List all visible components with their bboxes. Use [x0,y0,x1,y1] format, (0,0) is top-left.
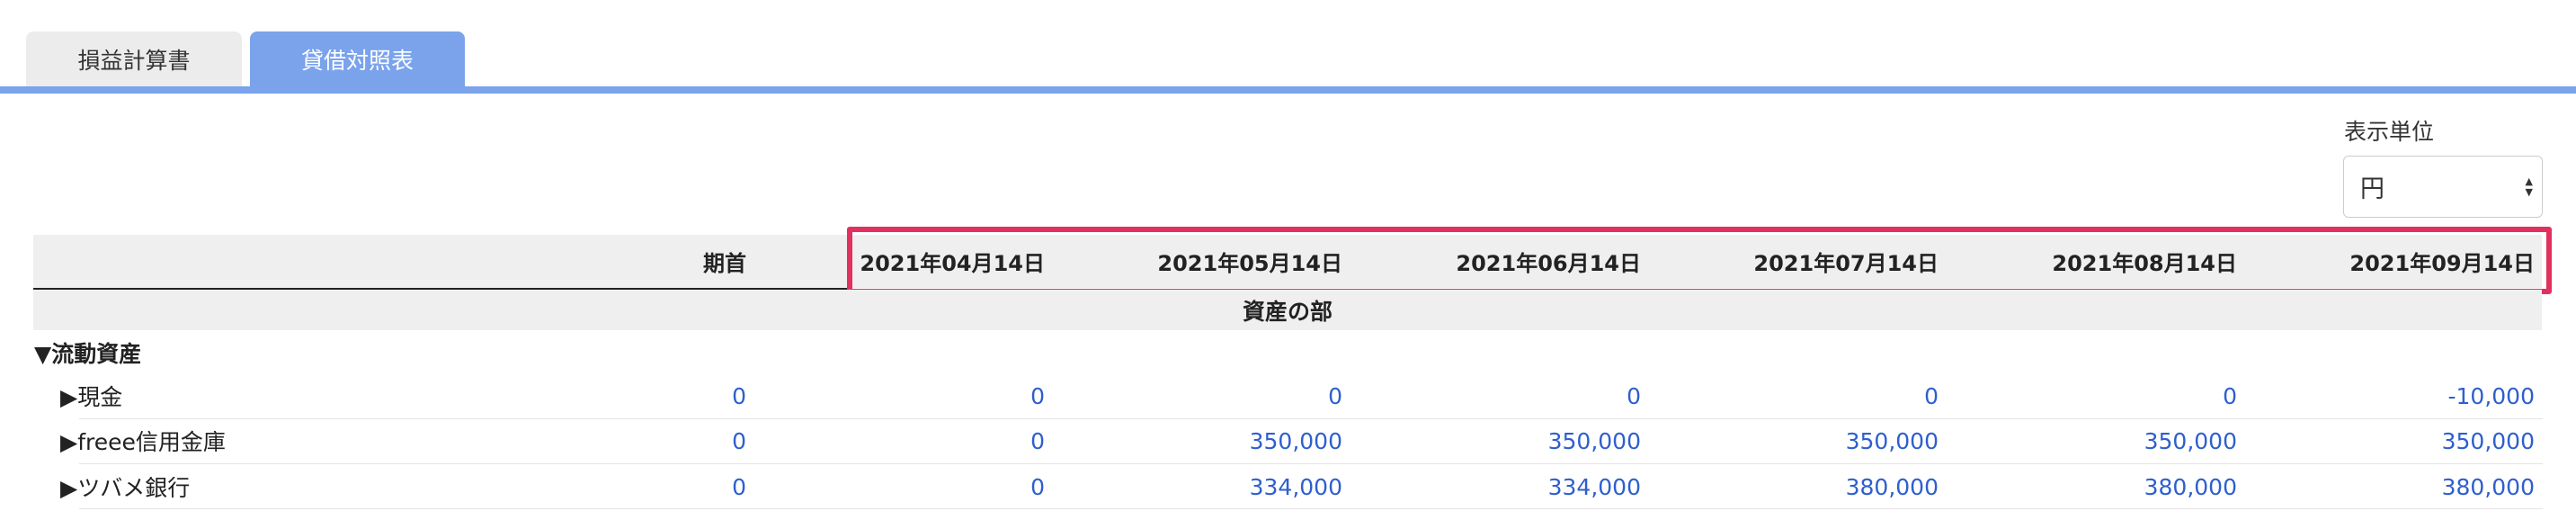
amount-cell[interactable]: 0 [477,418,746,463]
amount-cell[interactable]: 0 [1967,373,2237,418]
column-header-date: 2021年04月14日 [860,251,1045,276]
column-header-date: 2021年08月14日 [2052,251,2237,276]
amount-cell[interactable]: 0 [477,373,746,418]
display-unit-select[interactable]: 円 ▲ ▼ [2343,156,2543,218]
column-header-date: 2021年07月14日 [1753,251,1939,276]
amount-cell[interactable]: -10,000 [2265,373,2536,418]
section-header-assets: 資産の部 [33,290,2542,330]
tab-underline [0,86,2576,94]
amount-cell[interactable]: 350,000 [1967,418,2237,463]
amount-cell[interactable]: 350,000 [1669,418,1939,463]
amount-cell[interactable]: 0 [1073,373,1342,418]
table-row: ▶現金 0 0 0 0 0 0 -10,000 [0,373,2576,418]
group-current-assets[interactable]: ▼流動資産 [34,338,141,367]
report-tabs: 損益計算書 貸借対照表 [0,0,2576,94]
amount-cell[interactable]: 380,000 [2265,464,2535,509]
tab-profit-loss[interactable]: 損益計算書 [26,31,242,87]
amount-cell[interactable]: 334,000 [1371,464,1641,509]
display-unit-value: 円 [2360,175,2384,203]
column-header-opening: 期首 [703,251,746,276]
table-row: ▶freee信用金庫 0 0 350,000 350,000 350,000 3… [0,418,2576,463]
column-header-date: 2021年05月14日 [1157,251,1342,276]
row-divider [79,508,2543,509]
amount-cell[interactable]: 0 [1371,373,1641,418]
account-name[interactable]: ▶freee信用金庫 [60,418,226,463]
amount-cell[interactable]: 380,000 [1967,464,2237,509]
amount-cell[interactable]: 350,000 [1371,418,1641,463]
amount-cell[interactable]: 350,000 [1073,418,1342,463]
display-unit-label: 表示単位 [2344,119,2435,145]
select-updown-icon: ▲ ▼ [2525,175,2533,198]
amount-cell[interactable]: 0 [775,464,1045,509]
tab-balance-sheet[interactable]: 貸借対照表 [250,31,465,87]
amount-cell[interactable]: 350,000 [2265,418,2535,463]
column-header-date: 2021年06月14日 [1456,251,1641,276]
amount-cell[interactable]: 0 [1669,373,1939,418]
amount-cell[interactable]: 0 [477,464,746,509]
account-name[interactable]: ▶現金 [60,373,122,418]
account-name[interactable]: ▶ツバメ銀行 [60,464,190,509]
amount-cell[interactable]: 380,000 [1669,464,1939,509]
column-header-date: 2021年09月14日 [2349,251,2535,276]
amount-cell[interactable]: 0 [775,373,1045,418]
amount-cell[interactable]: 334,000 [1073,464,1342,509]
amount-cell[interactable]: 0 [775,418,1045,463]
table-row: ▶ツバメ銀行 0 0 334,000 334,000 380,000 380,0… [0,464,2576,509]
